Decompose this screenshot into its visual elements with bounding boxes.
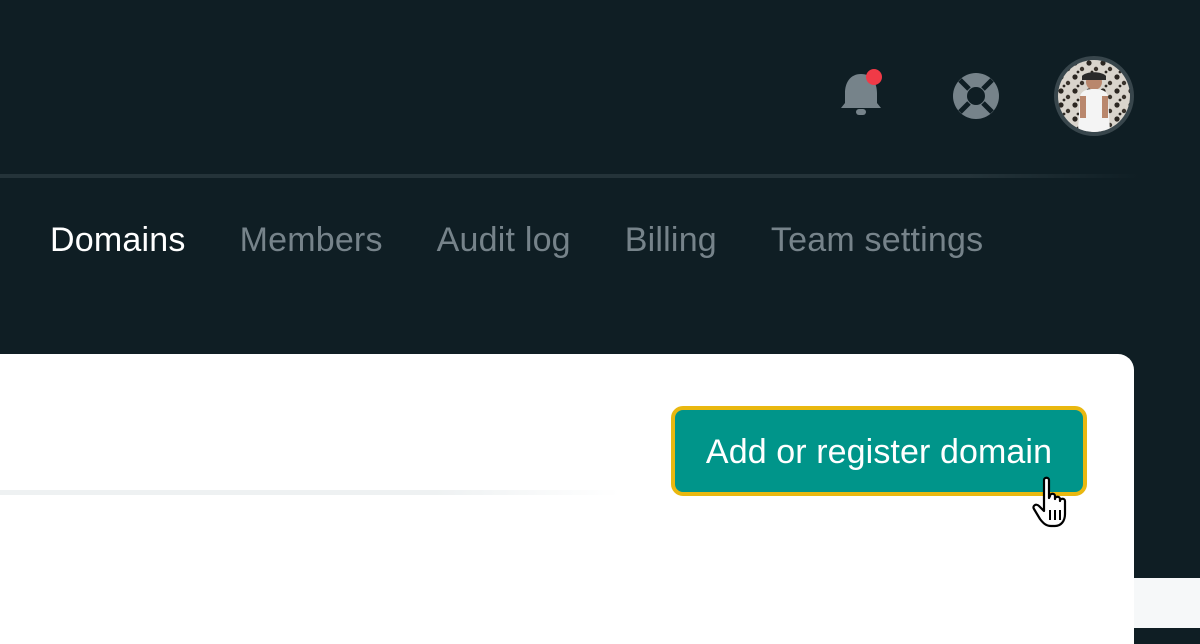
add-or-register-domain-button[interactable]: Add or register domain bbox=[671, 406, 1087, 496]
tab-audit-log[interactable]: Audit log bbox=[437, 216, 571, 264]
tab-team-settings[interactable]: Team settings bbox=[771, 216, 983, 264]
user-avatar[interactable] bbox=[1054, 56, 1134, 136]
card-divider bbox=[0, 490, 620, 495]
bell-icon[interactable] bbox=[836, 66, 886, 122]
tab-domains[interactable]: Domains bbox=[50, 216, 186, 264]
page-background-strip bbox=[1134, 578, 1200, 628]
header-divider bbox=[0, 174, 1140, 178]
team-nav-tabs: Domains Members Audit log Billing Team s… bbox=[50, 216, 1037, 264]
tab-members[interactable]: Members bbox=[240, 216, 383, 264]
domains-card: Add or register domain bbox=[0, 354, 1134, 644]
top-header bbox=[0, 0, 1200, 178]
lifebuoy-icon[interactable] bbox=[950, 70, 1002, 122]
tab-billing[interactable]: Billing bbox=[625, 216, 717, 264]
